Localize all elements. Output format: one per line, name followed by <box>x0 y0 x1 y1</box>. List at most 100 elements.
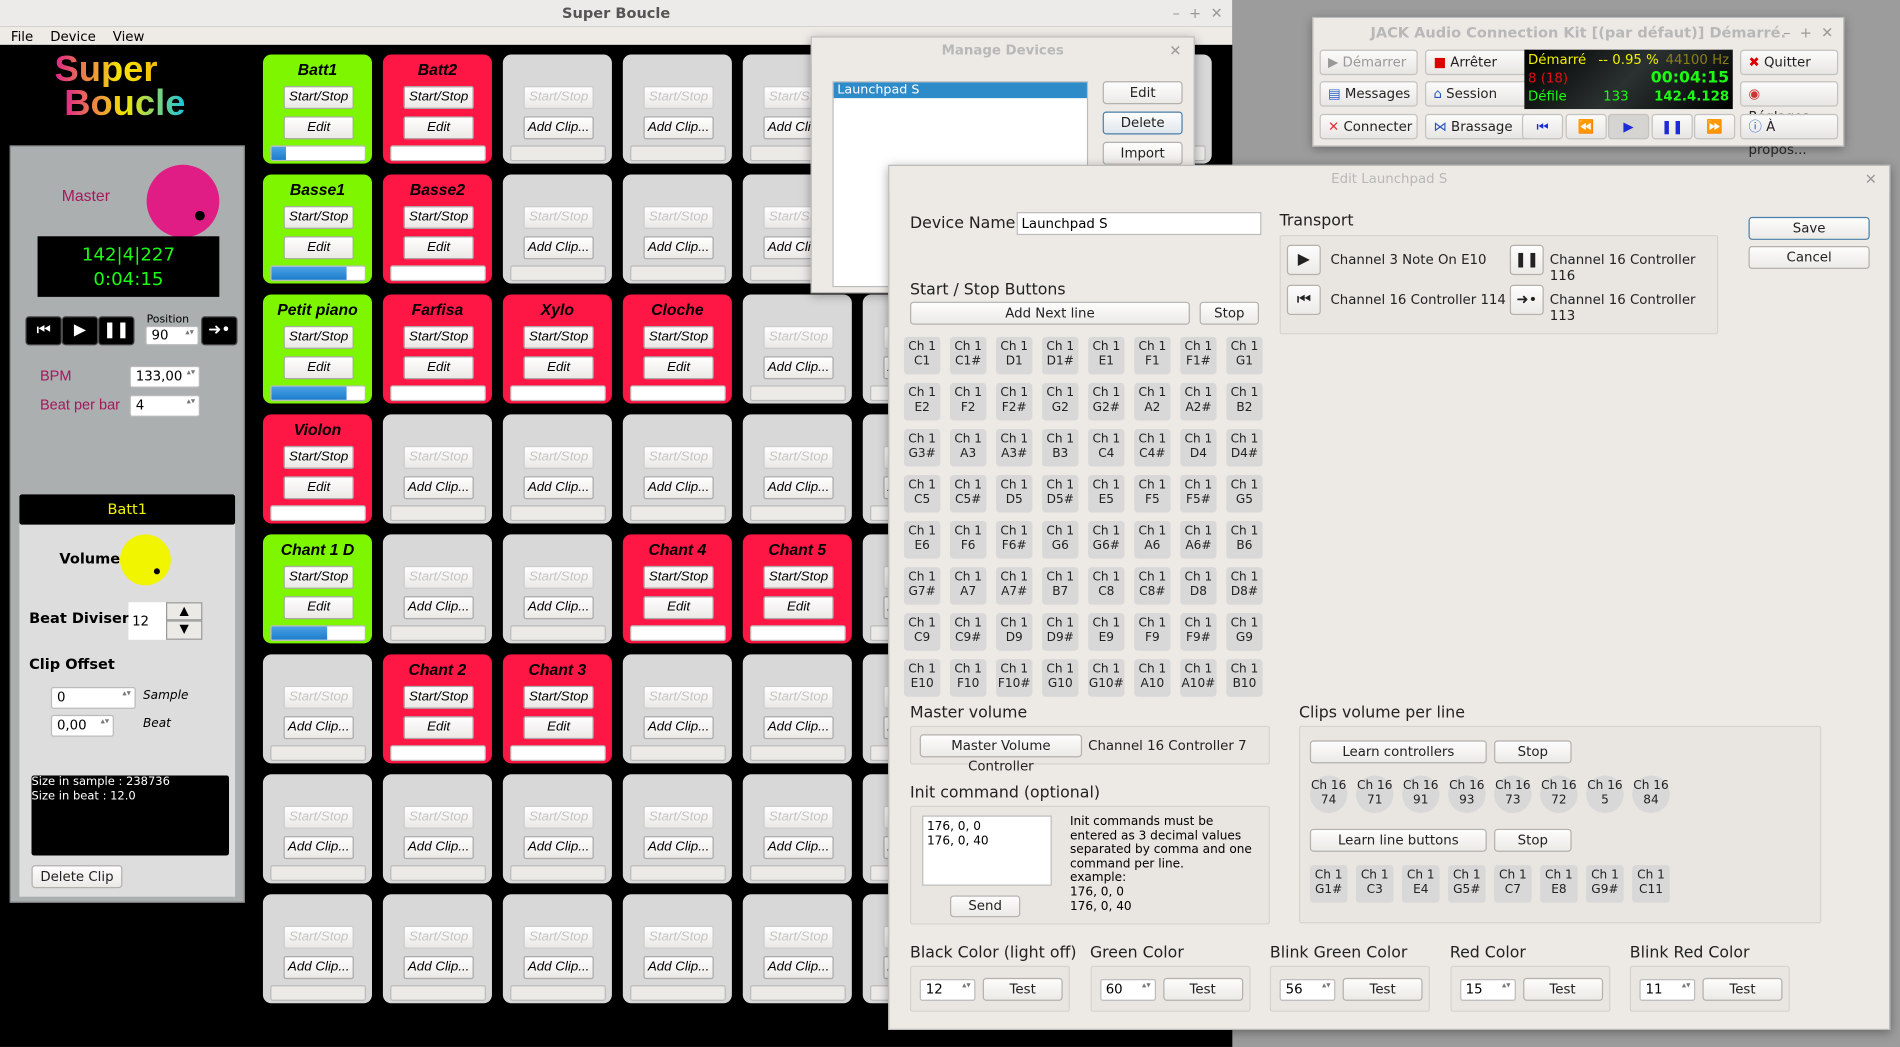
start-stop-midi-button[interactable]: Ch 1 G10# <box>1088 659 1125 697</box>
line-button[interactable]: Ch 1 G9# <box>1586 865 1624 903</box>
start-stop-midi-button[interactable]: Ch 1 G6 <box>1042 521 1079 559</box>
delete-device-button[interactable]: Delete <box>1102 111 1183 135</box>
start-stop-midi-button[interactable]: Ch 1 D8 <box>1180 567 1217 605</box>
add-clip-button[interactable]: Add Clip... <box>763 716 834 740</box>
start-stop-button[interactable]: Start/Stop <box>523 685 594 709</box>
volume-controller-button[interactable]: Ch 16 91 <box>1401 775 1440 814</box>
start-stop-midi-button[interactable]: Ch 1 G5 <box>1226 474 1263 513</box>
jack-window-controls[interactable]: – + ✕ <box>1783 18 1833 47</box>
menu-device[interactable]: Device <box>50 29 96 45</box>
add-clip-button[interactable]: Add Clip... <box>283 716 354 740</box>
beat-diviser-down[interactable]: ▼ <box>166 620 203 640</box>
start-stop-midi-button[interactable]: Ch 1 C1 <box>903 336 941 375</box>
start-stop-midi-button[interactable]: Ch 1 D9# <box>1042 613 1079 651</box>
volume-controller-button[interactable]: Ch 16 72 <box>1540 775 1578 814</box>
edit-clip-button[interactable]: Edit <box>403 716 474 740</box>
start-stop-midi-button[interactable]: Ch 1 A7# <box>996 567 1033 605</box>
jack-patchbay-button[interactable]: ⋈ Brassage <box>1424 113 1532 140</box>
import-device-button[interactable]: Import <box>1102 141 1183 165</box>
edit-clip-button[interactable]: Edit <box>283 116 354 140</box>
start-stop-midi-button[interactable]: Ch 1 D5# <box>1042 474 1079 513</box>
close-icon[interactable]: ✕ <box>1865 166 1877 193</box>
edit-clip-button[interactable]: Edit <box>523 356 594 380</box>
jack-about-button[interactable]: ⓘ À propos... <box>1740 113 1839 158</box>
start-stop-button[interactable]: Start/Stop <box>763 565 834 589</box>
start-stop-midi-button[interactable]: Ch 1 D1 <box>996 336 1033 375</box>
start-stop-midi-button[interactable]: Ch 1 G6# <box>1088 521 1125 559</box>
start-stop-midi-button[interactable]: Ch 1 C4 <box>1088 428 1125 467</box>
learn-controllers-stop-button[interactable]: Stop <box>1494 740 1572 764</box>
line-button[interactable]: Ch 1 G1# <box>1309 865 1348 903</box>
jack-session-button[interactable]: ⌂ Session <box>1424 81 1532 107</box>
edit-clip-button[interactable]: Edit <box>283 476 354 500</box>
edit-clip-button[interactable]: Edit <box>283 236 354 260</box>
start-stop-midi-button[interactable]: Ch 1 F10# <box>996 659 1033 697</box>
color-value-spinbox[interactable]: 56 <box>1279 979 1336 1001</box>
start-stop-midi-button[interactable]: Ch 1 F10 <box>949 659 987 697</box>
add-clip-button[interactable]: Add Clip... <box>403 956 474 980</box>
jack-quit-button[interactable]: ✖ Quitter <box>1740 49 1839 76</box>
device-name-input[interactable]: Launchpad S <box>1016 212 1262 236</box>
edit-clip-button[interactable]: Edit <box>403 116 474 140</box>
add-clip-button[interactable]: Add Clip... <box>403 476 474 500</box>
start-stop-midi-button[interactable]: Ch 1 G1 <box>1226 336 1263 375</box>
start-stop-midi-button[interactable]: Ch 1 C9 <box>903 613 941 651</box>
edit-clip-button[interactable]: Edit <box>763 596 834 620</box>
test-color-button[interactable]: Test <box>1162 977 1243 1001</box>
start-stop-midi-button[interactable]: Ch 1 D5 <box>996 474 1033 513</box>
start-stop-midi-button[interactable]: Ch 1 C5# <box>949 474 987 513</box>
edit-clip-button[interactable]: Edit <box>283 356 354 380</box>
edit-clip-button[interactable]: Edit <box>403 356 474 380</box>
start-stop-midi-button[interactable]: Ch 1 G10 <box>1042 659 1079 697</box>
start-stop-midi-button[interactable]: Ch 1 B7 <box>1042 567 1079 605</box>
line-button[interactable]: Ch 1 C7 <box>1494 865 1532 903</box>
start-stop-midi-button[interactable]: Ch 1 F5# <box>1180 474 1217 513</box>
line-button[interactable]: Ch 1 E4 <box>1401 865 1440 903</box>
edit-device-button[interactable]: Edit <box>1102 81 1183 105</box>
add-next-line-button[interactable]: Add Next line <box>910 301 1190 325</box>
transport-rewind-learn[interactable]: ⏮ <box>1286 284 1321 316</box>
start-stop-midi-button[interactable]: Ch 1 C5 <box>903 474 941 513</box>
edit-clip-button[interactable]: Edit <box>643 356 714 380</box>
start-stop-midi-button[interactable]: Ch 1 D1# <box>1042 336 1079 375</box>
test-color-button[interactable]: Test <box>982 977 1063 1001</box>
add-clip-button[interactable]: Add Clip... <box>643 476 714 500</box>
add-clip-button[interactable]: Add Clip... <box>523 476 594 500</box>
start-stop-midi-button[interactable]: Ch 1 F2 <box>949 382 987 421</box>
start-stop-midi-button[interactable]: Ch 1 F2# <box>996 382 1033 421</box>
start-stop-button[interactable]: Start/Stop <box>283 205 354 230</box>
edit-clip-button[interactable]: Edit <box>403 236 474 260</box>
jack-forward-button[interactable]: ⏩ <box>1693 113 1736 140</box>
start-stop-button[interactable]: Start/Stop <box>523 325 594 349</box>
add-clip-button[interactable]: Add Clip... <box>643 716 714 740</box>
start-stop-midi-button[interactable]: Ch 1 B3 <box>1042 428 1079 467</box>
transport-goto-learn[interactable]: ➜• <box>1509 284 1544 316</box>
add-clip-button[interactable]: Add Clip... <box>283 956 354 980</box>
add-clip-button[interactable]: Add Clip... <box>403 596 474 620</box>
line-button[interactable]: Ch 1 G5# <box>1448 865 1486 903</box>
start-stop-midi-button[interactable]: Ch 1 G3# <box>903 428 941 467</box>
start-stop-midi-button[interactable]: Ch 1 A6 <box>1134 521 1171 559</box>
start-stop-midi-button[interactable]: Ch 1 F1 <box>1134 336 1171 375</box>
add-clip-button[interactable]: Add Clip... <box>403 836 474 860</box>
start-stop-midi-button[interactable]: Ch 1 D8# <box>1226 567 1263 605</box>
start-stop-midi-button[interactable]: Ch 1 A10 <box>1134 659 1171 697</box>
color-value-spinbox[interactable]: 12 <box>919 979 976 1001</box>
add-clip-button[interactable]: Add Clip... <box>643 116 714 140</box>
add-clip-button[interactable]: Add Clip... <box>523 956 594 980</box>
volume-controller-button[interactable]: Ch 16 5 <box>1586 775 1624 814</box>
volume-controller-button[interactable]: Ch 16 73 <box>1494 775 1532 814</box>
edit-clip-button[interactable]: Edit <box>643 596 714 620</box>
start-stop-button[interactable]: Start/Stop <box>403 205 474 230</box>
transport-play-learn[interactable]: ▶ <box>1286 244 1321 276</box>
start-stop-midi-button[interactable]: Ch 1 A7 <box>949 567 987 605</box>
start-stop-midi-button[interactable]: Ch 1 F1# <box>1180 336 1217 375</box>
start-stop-midi-button[interactable]: Ch 1 C8# <box>1134 567 1171 605</box>
start-stop-button[interactable]: Start/Stop <box>403 86 474 110</box>
start-stop-midi-button[interactable]: Ch 1 C4# <box>1134 428 1171 467</box>
start-stop-button[interactable]: Start/Stop <box>283 325 354 349</box>
start-stop-midi-button[interactable]: Ch 1 E9 <box>1088 613 1125 651</box>
add-clip-button[interactable]: Add Clip... <box>283 836 354 860</box>
start-stop-midi-button[interactable]: Ch 1 G2 <box>1042 382 1079 421</box>
add-clip-button[interactable]: Add Clip... <box>523 236 594 260</box>
